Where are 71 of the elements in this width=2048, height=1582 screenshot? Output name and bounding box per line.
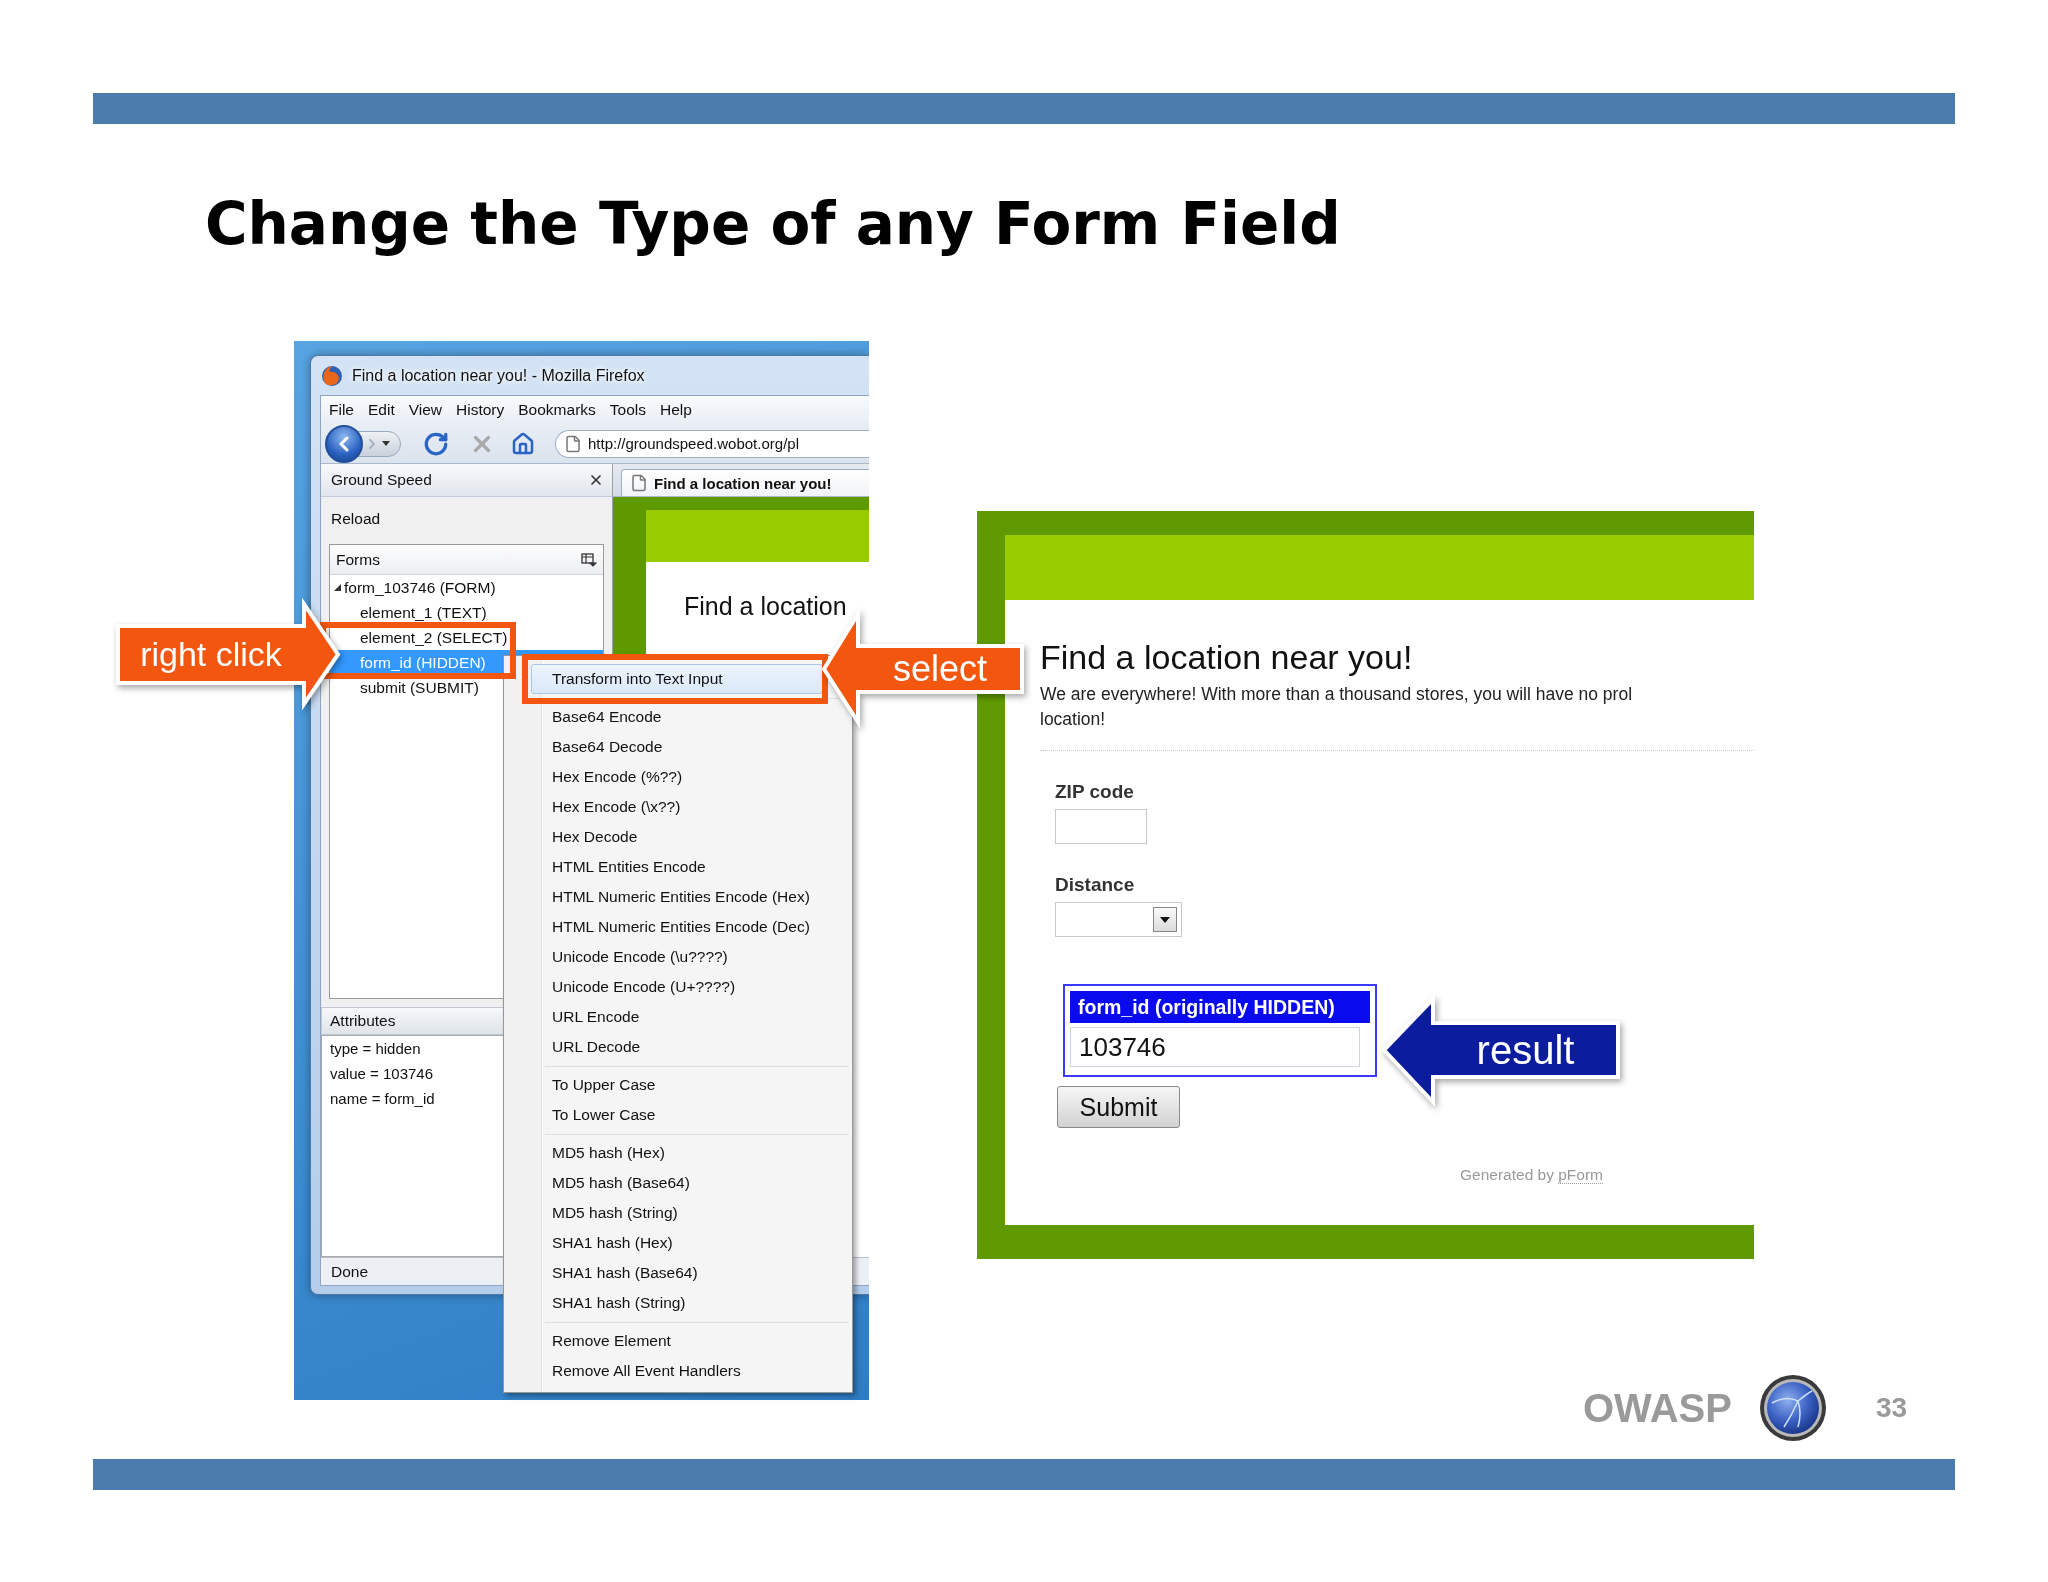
attribute-row-text: name = form_id [330,1090,435,1109]
menu-item[interactable]: Base64 Decode [507,732,849,762]
menu-item[interactable]: Hex Decode [507,822,849,852]
menu-item[interactable]: HTML Numeric Entities Encode (Hex) [507,882,849,912]
column-picker-icon[interactable] [581,552,597,567]
menu-item[interactable]: Unicode Encode (\u????) [507,942,849,972]
zip-input-field[interactable] [1055,809,1147,844]
sidebar-title: Ground Speed [331,471,432,489]
menu-item[interactable]: Unicode Encode (U+????) [507,972,849,1002]
url-text: http://groundspeed.wobot.org/pl [588,435,799,452]
menu-item[interactable]: SHA1 hash (String) [507,1288,849,1318]
menu-item[interactable]: File [324,399,359,421]
menu-item[interactable]: To Lower Case [507,1100,849,1130]
menu-item[interactable]: Help [655,399,697,421]
menu-item[interactable]: Hex Encode (\x??) [507,792,849,822]
menu-item[interactable]: MD5 hash (String) [507,1198,849,1228]
menu-item[interactable]: Edit [363,399,400,421]
back-button[interactable] [325,424,363,463]
field-label: Distance [1055,874,1135,896]
address-field[interactable]: http://groundspeed.wobot.org/pl [555,429,869,458]
sphere-logo-icon [1757,1373,1828,1443]
expand-triangle-icon[interactable] [334,584,341,591]
submit-button[interactable]: Submit [1057,1086,1180,1128]
menu-item[interactable]: MD5 hash (Base64) [507,1168,849,1198]
menu-item[interactable]: To Upper Case [507,1070,849,1100]
menu-item[interactable]: MD5 hash (Hex) [507,1138,849,1168]
caret-icon [382,441,390,446]
menu-item[interactable]: Remove All Event Handlers [507,1356,849,1386]
menu-item[interactable]: History [451,399,510,421]
attribute-row-text: type = hidden [330,1040,421,1059]
field-label: ZIP code [1055,781,1134,803]
page-number: 33 [1875,1392,1908,1424]
page-icon [630,474,648,492]
close-icon[interactable] [588,472,604,488]
menu-item[interactable]: Base64 Encode [507,702,849,732]
tree-item[interactable]: element_2 (SELECT) [360,628,508,647]
reload-button[interactable]: Reload [329,508,383,530]
slide-title: Change the Type of any Form Field [205,190,1341,258]
menu-item[interactable]: Hex Encode (%??) [507,762,849,792]
reload-icon[interactable] [423,430,449,457]
logo-text: OWASP [1583,1385,1732,1431]
menu-item[interactable]: SHA1 hash (Base64) [507,1258,849,1288]
attribute-row-text: value = 103746 [330,1065,433,1084]
caret-icon [1160,916,1170,923]
menu-item[interactable]: HTML Numeric Entities Encode (Dec) [507,912,849,942]
menu-item[interactable]: HTML Entities Encode [507,852,849,882]
menu-item[interactable]: SHA1 hash (Hex) [507,1228,849,1258]
menu-item[interactable]: URL Encode [507,1002,849,1032]
page-icon [564,434,582,453]
browser-logo-icon [320,363,344,388]
menu-item[interactable]: View [403,399,448,421]
menu-item[interactable]: Bookmarks [513,399,601,421]
window-title: Find a location near you! - Mozilla Firefox [352,366,645,385]
menu-item[interactable]: Remove Element [507,1326,849,1356]
dropdown-button[interactable] [1153,907,1177,932]
menu-item[interactable]: Tools [604,399,651,421]
status-text: Done [331,1262,369,1281]
browser-tab[interactable]: Find a location near you! [621,469,869,496]
tree-item[interactable]: form_103746 (FORM) [344,578,496,597]
generator-credit: Generated by pForm [1460,1166,1604,1184]
menu-item[interactable]: URL Decode [507,1032,849,1062]
field-label: form_id (originally HIDDEN) [1070,991,1370,1023]
home-icon[interactable] [511,431,535,456]
menu-item[interactable]: Transform into Text Input [531,664,823,694]
tree-item[interactable]: submit (SUBMIT) [360,678,479,697]
page-heading: Find a location near you! [1040,637,1413,678]
intro-text: We are everywhere! With more than a thousand stores, you will have no prol location! [1040,683,1633,731]
tree-item[interactable]: element_1 (TEXT) [360,603,487,622]
attributes-header: Attributes [330,1012,396,1030]
column-header: Forms [336,550,380,569]
form-id-input-field[interactable]: 103746 [1070,1027,1360,1067]
